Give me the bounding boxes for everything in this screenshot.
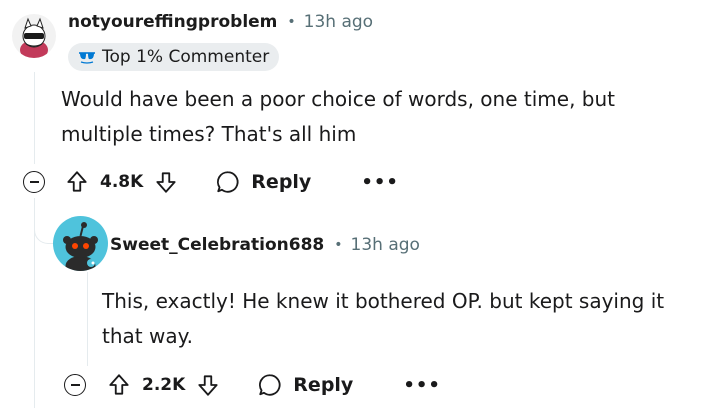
comment-body: This, exactly! He knew it bothered OP. b…: [102, 284, 702, 354]
separator-dot: •: [287, 14, 296, 30]
username[interactable]: Sweet_Celebration688: [110, 235, 324, 255]
collapse-thread-button[interactable]: [64, 374, 86, 396]
thread-line: [34, 72, 35, 164]
thread-line: [87, 272, 88, 366]
snoo-avatar-icon: [63, 222, 98, 271]
timestamp[interactable]: 13h ago: [304, 12, 373, 32]
upvote-icon[interactable]: [64, 169, 90, 195]
speech-bubble-icon: [257, 372, 283, 398]
comment-body-line: Would have been a poor choice of words, …: [61, 87, 615, 111]
comment-body-line: multiple times? That's all him: [61, 122, 357, 146]
username[interactable]: notyoureffingproblem: [68, 12, 277, 32]
vote-controls: 2.2K: [106, 372, 221, 398]
vote-count: 2.2K: [142, 375, 186, 395]
comment-meta: Sweet_Celebration688 • 13h ago: [110, 233, 420, 257]
user-flair: Top 1% Commenter: [68, 43, 280, 71]
reply-button[interactable]: Reply: [215, 169, 311, 195]
comment-actions: 2.2K Reply •••: [106, 367, 441, 403]
collapse-thread-button[interactable]: [23, 171, 45, 193]
flair-label: Top 1% Commenter: [102, 47, 270, 67]
sunglasses-icon: [79, 52, 95, 64]
reply-button[interactable]: Reply: [257, 372, 353, 398]
comment-body: Would have been a poor choice of words, …: [61, 82, 701, 152]
timestamp[interactable]: 13h ago: [351, 235, 420, 255]
vote-count: 4.8K: [100, 172, 144, 192]
more-options-button[interactable]: •••: [403, 375, 441, 396]
reply-label: Reply: [293, 374, 354, 396]
speech-bubble-icon: [215, 169, 241, 195]
vote-controls: 4.8K: [64, 169, 179, 195]
reply-label: Reply: [251, 171, 312, 193]
avatar[interactable]: [12, 14, 56, 58]
comment-meta: notyoureffingproblem • 13h ago: [68, 10, 373, 34]
avatar-image: [20, 17, 48, 58]
comment-body-line: This, exactly! He knew it bothered OP. b…: [102, 289, 665, 313]
avatar[interactable]: [53, 216, 108, 271]
comment-actions: 4.8K Reply •••: [64, 164, 399, 200]
downvote-icon[interactable]: [153, 169, 179, 195]
downvote-icon[interactable]: [195, 372, 221, 398]
separator-dot: •: [334, 237, 343, 253]
upvote-icon[interactable]: [106, 372, 132, 398]
comment-body-line: that way.: [102, 324, 193, 348]
more-options-button[interactable]: •••: [361, 172, 399, 193]
